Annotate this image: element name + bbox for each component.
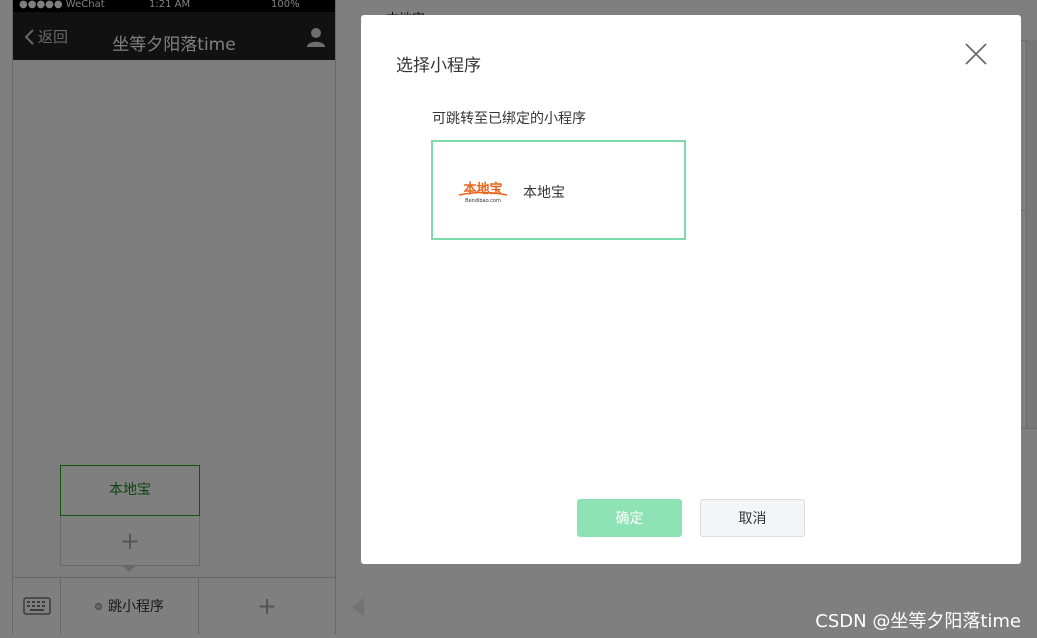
mini-program-card[interactable]: 本地宝 Bendibao.com 本地宝 bbox=[431, 140, 686, 240]
select-mini-program-dialog: 选择小程序 可跳转至已绑定的小程序 本地宝 Bendibao.com 本地宝 确… bbox=[361, 15, 1021, 564]
confirm-button[interactable]: 确定 bbox=[577, 499, 682, 537]
close-icon[interactable] bbox=[964, 42, 988, 66]
dialog-hint: 可跳转至已绑定的小程序 bbox=[432, 111, 586, 127]
logo-text: 本地宝 bbox=[463, 181, 502, 197]
cancel-button[interactable]: 取消 bbox=[700, 499, 805, 537]
dialog-title: 选择小程序 bbox=[396, 56, 481, 76]
watermark: CSDN @坐等夕阳落time bbox=[815, 611, 1021, 632]
mini-program-name: 本地宝 bbox=[523, 185, 565, 201]
bendibao-logo: 本地宝 Bendibao.com bbox=[458, 181, 508, 204]
logo-subtext: Bendibao.com bbox=[465, 198, 501, 204]
